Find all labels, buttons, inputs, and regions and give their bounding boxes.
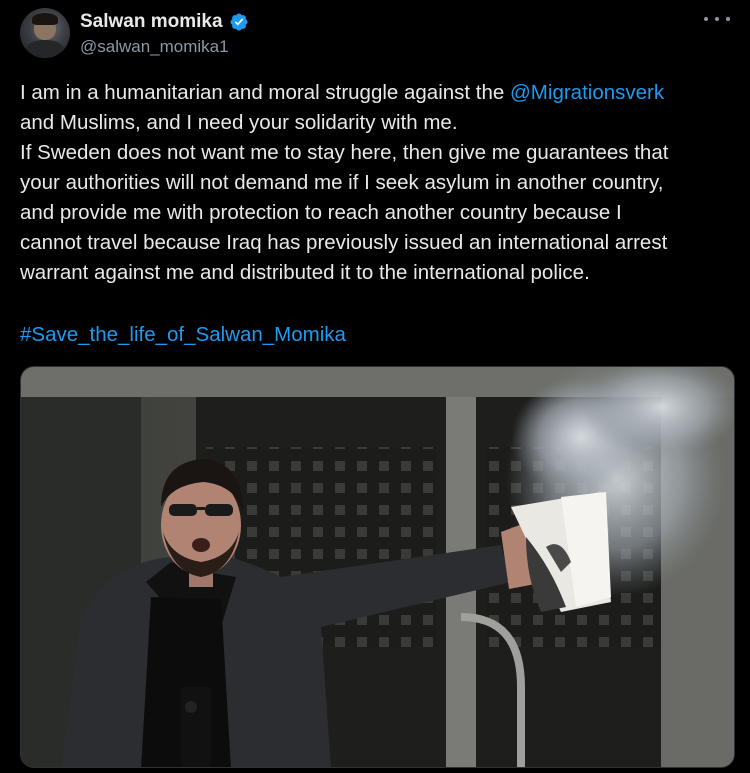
tweet-text: I am in a humanitarian and moral struggl… <box>20 78 735 288</box>
more-options-icon[interactable] <box>704 10 730 28</box>
dot <box>715 17 719 21</box>
avatar-hair-shape <box>32 13 58 25</box>
tweet-line: and provide me with protection to reach … <box>20 201 622 224</box>
tweet-photo[interactable] <box>20 366 735 768</box>
tweet-line: cannot travel because Iraq has previousl… <box>20 231 668 254</box>
tweet-line: warrant against me and distributed it to… <box>20 261 590 284</box>
hashtag-line: #Save_the_life_of_Salwan_Momika <box>20 320 346 350</box>
mention-link[interactable]: @Migrationsverk <box>510 81 664 104</box>
tweet-text-segment: I am in a humanitarian and moral struggl… <box>20 81 510 104</box>
user-avatar[interactable] <box>20 8 70 58</box>
tweet-line: and Muslims, and I need your solidarity … <box>20 111 458 134</box>
tweet: Salwan momika @salwan_momika1 I am in a … <box>0 0 750 773</box>
photo-illustration <box>21 367 734 767</box>
tweet-line: your authorities will not demand me if I… <box>20 171 664 194</box>
dot <box>704 17 708 21</box>
display-name[interactable]: Salwan momika <box>80 11 223 33</box>
tweet-line: I am in a humanitarian and moral struggl… <box>20 78 735 108</box>
author-name-row: Salwan momika <box>80 11 249 33</box>
avatar-body-shape <box>25 40 65 58</box>
dot <box>726 17 730 21</box>
verified-badge-icon <box>229 12 249 32</box>
tweet-line: If Sweden does not want me to stay here,… <box>20 141 669 164</box>
user-handle[interactable]: @salwan_momika1 <box>80 37 229 57</box>
hashtag-link[interactable]: #Save_the_life_of_Salwan_Momika <box>20 323 346 346</box>
